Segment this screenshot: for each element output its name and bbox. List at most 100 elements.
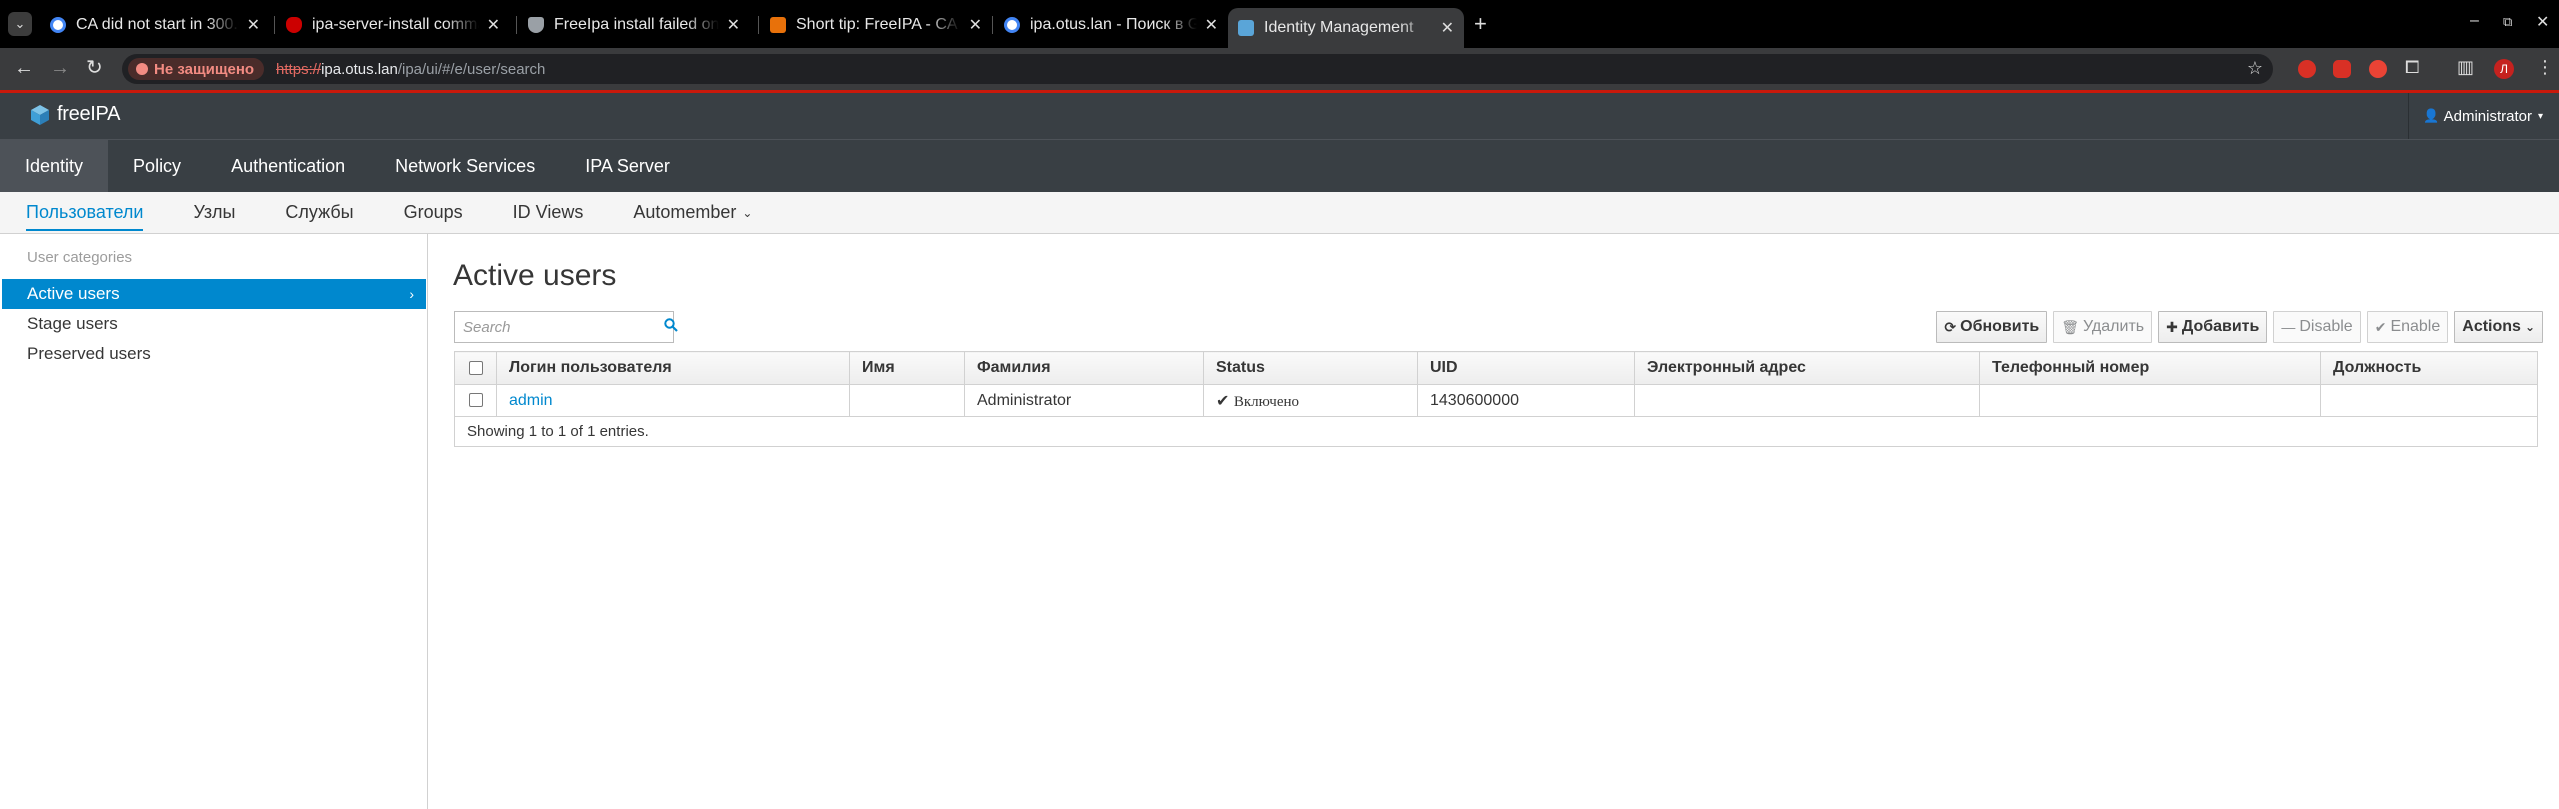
new-tab-icon[interactable]: +: [1474, 12, 1487, 36]
browser-tab-bar: ⌄ CA did not start in 300.0 ✕ ipa-server…: [0, 0, 2559, 48]
close-tab-icon[interactable]: ✕: [969, 15, 982, 35]
cell-login: admin: [496, 384, 850, 417]
extension-icon[interactable]: [2298, 60, 2316, 78]
browser-tab-active[interactable]: Identity Management ✕: [1228, 8, 1464, 48]
refresh-button[interactable]: ⟳ Обновить: [1936, 311, 2048, 343]
row-checkbox[interactable]: [468, 393, 483, 408]
col-login[interactable]: Логин пользователя: [496, 351, 850, 385]
search-box: [454, 311, 678, 343]
reload-icon[interactable]: ↻: [86, 56, 103, 80]
back-icon[interactable]: ←: [14, 56, 34, 80]
check-icon: ✔: [2374, 318, 2387, 335]
cell-job-title: [2320, 384, 2538, 417]
forward-icon[interactable]: →: [50, 56, 70, 80]
disable-button[interactable]: — Disable: [2273, 311, 2361, 343]
subnav-services[interactable]: Службы: [285, 192, 353, 233]
minus-icon: —: [2281, 319, 2296, 335]
url-text[interactable]: https://ipa.otus.lan/ipa/ui/#/e/user/sea…: [276, 61, 545, 78]
actions-dropdown[interactable]: Actions ⌄: [2454, 311, 2543, 343]
cell-last-name: Administrator: [964, 384, 1204, 417]
sidebar-item-active-users[interactable]: Active users ›: [2, 279, 426, 309]
subnav-automember[interactable]: Automember ⌄: [633, 192, 752, 233]
select-all-checkbox[interactable]: [468, 360, 483, 375]
col-email[interactable]: Электронный адрес: [1634, 351, 1980, 385]
nav-authentication[interactable]: Authentication: [206, 140, 370, 192]
table-footer-row: Showing 1 to 1 of 1 entries.: [454, 416, 2538, 447]
tab-divider: [992, 16, 993, 34]
col-last-name[interactable]: Фамилия: [964, 351, 1204, 385]
tab-search-button[interactable]: ⌄: [8, 12, 32, 36]
search-icon[interactable]: [664, 317, 678, 337]
user-menu[interactable]: 👤 Administrator ▾: [2408, 93, 2543, 139]
tab-divider: [274, 16, 275, 34]
col-status[interactable]: Status: [1203, 351, 1418, 385]
primary-nav: Identity Policy Authentication Network S…: [0, 139, 2559, 192]
select-all-cell: [454, 351, 497, 385]
subnav-id-views[interactable]: ID Views: [513, 192, 584, 233]
profile-avatar[interactable]: Л: [2494, 59, 2514, 79]
col-phone[interactable]: Телефонный номер: [1979, 351, 2321, 385]
close-tab-icon[interactable]: ✕: [1441, 18, 1454, 38]
cell-email: [1634, 384, 1980, 417]
nav-policy[interactable]: Policy: [108, 140, 206, 192]
col-job-title[interactable]: Должность: [2320, 351, 2538, 385]
window-close-icon[interactable]: ✕: [2536, 12, 2549, 32]
cell-status: ✔ Включено: [1203, 384, 1418, 417]
freeipa-logo[interactable]: freeIPA: [30, 103, 120, 126]
browser-tab[interactable]: CA did not start in 300.0 ✕: [40, 8, 270, 42]
close-tab-icon[interactable]: ✕: [1205, 15, 1218, 35]
browser-tab[interactable]: ipa.otus.lan - Поиск в Go ✕: [994, 8, 1228, 42]
tab-divider: [516, 16, 517, 34]
sidebar: User categories Active users › Stage use…: [0, 234, 428, 809]
freeipa-cube-icon: [31, 104, 49, 125]
table-header-row: Логин пользователя Имя Фамилия Status UI…: [454, 351, 2538, 385]
subnav-groups[interactable]: Groups: [404, 192, 463, 233]
bookmark-star-icon[interactable]: ☆: [2247, 58, 2263, 79]
close-tab-icon[interactable]: ✕: [487, 15, 500, 35]
ipa-header: freeIPA 👤 Administrator ▾: [0, 93, 2559, 139]
subnav-hosts[interactable]: Узлы: [193, 192, 235, 233]
nav-network-services[interactable]: Network Services: [370, 140, 560, 192]
check-icon: ✔: [1216, 392, 1230, 410]
extension-icon[interactable]: [2369, 60, 2387, 78]
subnav-users[interactable]: Пользователи: [26, 192, 144, 233]
side-panel-icon[interactable]: ▥: [2457, 57, 2474, 78]
address-bar[interactable]: Не защищено https://ipa.otus.lan/ipa/ui/…: [122, 54, 2273, 84]
user-icon: 👤: [2423, 108, 2440, 123]
minimize-icon[interactable]: –: [2470, 12, 2479, 30]
col-first-name[interactable]: Имя: [849, 351, 965, 385]
user-link[interactable]: admin: [509, 392, 553, 409]
secondary-nav: Пользователи Узлы Службы Groups ID Views…: [0, 192, 2559, 234]
trash-icon: 🗑: [2061, 318, 2080, 335]
google-icon: [50, 17, 66, 33]
pagination-summary: Showing 1 to 1 of 1 entries.: [454, 416, 2538, 447]
enable-button[interactable]: ✔ Enable: [2366, 311, 2449, 343]
refresh-icon: ⟳: [1944, 318, 1957, 335]
col-uid[interactable]: UID: [1417, 351, 1635, 385]
nav-identity[interactable]: Identity: [0, 140, 109, 192]
nav-ipa-server[interactable]: IPA Server: [560, 140, 695, 192]
close-tab-icon[interactable]: ✕: [727, 15, 740, 35]
extension-icon[interactable]: [2333, 60, 2351, 78]
browser-menu-icon[interactable]: ⋮: [2536, 57, 2554, 78]
chevron-down-icon: ⌄: [742, 205, 753, 220]
sidebar-item-preserved-users[interactable]: Preserved users: [2, 339, 426, 369]
shield-icon: [528, 17, 544, 33]
browser-tab[interactable]: FreeIpa install failed on ✕: [518, 8, 750, 42]
sidebar-item-stage-users[interactable]: Stage users: [2, 309, 426, 339]
maximize-icon[interactable]: ⧉: [2503, 14, 2512, 30]
chevron-down-icon: ▾: [2537, 110, 2543, 122]
main-content: Active users ⟳ Обновить 🗑 Удалить ✚ Доба…: [429, 234, 2559, 809]
add-button[interactable]: ✚ Добавить: [2158, 311, 2268, 343]
extensions-puzzle-icon[interactable]: ⧠: [2405, 57, 2419, 78]
action-buttons: ⟳ Обновить 🗑 Удалить ✚ Добавить — Disabl…: [1936, 311, 2543, 343]
browser-tab[interactable]: Short tip: FreeIPA - CA di ✕: [760, 8, 992, 42]
plus-icon: ✚: [2166, 318, 2178, 335]
not-secure-chip[interactable]: Не защищено: [128, 58, 265, 80]
chevron-right-icon: ›: [409, 286, 414, 302]
browser-tab[interactable]: ipa-server-install comma ✕: [276, 8, 510, 42]
close-tab-icon[interactable]: ✕: [247, 15, 260, 35]
delete-button[interactable]: 🗑 Удалить: [2053, 311, 2153, 343]
table-row: admin Administrator ✔ Включено 143060000…: [454, 384, 2538, 417]
search-input[interactable]: [455, 312, 664, 342]
